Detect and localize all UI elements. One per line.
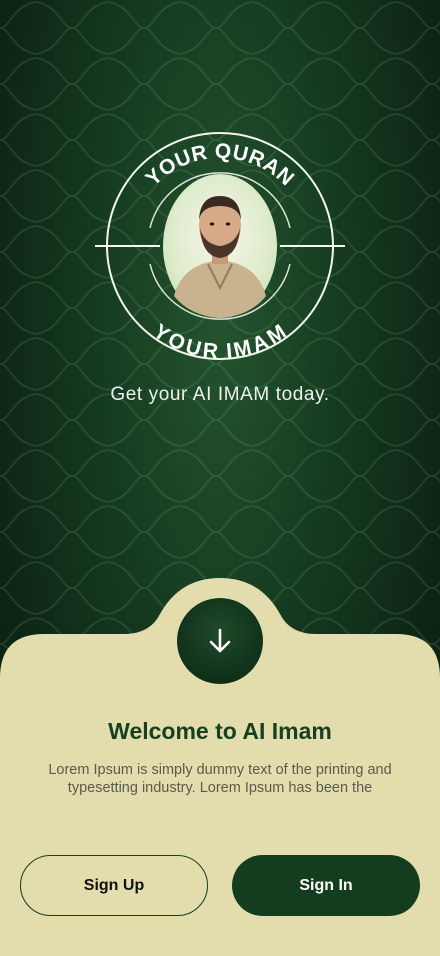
logo-bottom-text: YOUR IMAM bbox=[149, 320, 290, 363]
scroll-down-button[interactable] bbox=[177, 598, 263, 684]
sign-up-button[interactable]: Sign Up bbox=[20, 855, 208, 916]
welcome-description: Lorem Ipsum is simply dummy text of the … bbox=[48, 762, 392, 796]
tagline: Get your AI IMAM today. bbox=[110, 384, 330, 405]
imam-portrait bbox=[163, 174, 277, 318]
logo-emblem: YOUR QURAN YOUR IMAM bbox=[95, 132, 345, 363]
welcome-title: Welcome to AI Imam bbox=[108, 718, 332, 744]
arrow-down-icon bbox=[209, 628, 231, 653]
svg-text:YOUR IMAM: YOUR IMAM bbox=[149, 320, 291, 363]
sign-in-button[interactable]: Sign In bbox=[232, 855, 420, 916]
